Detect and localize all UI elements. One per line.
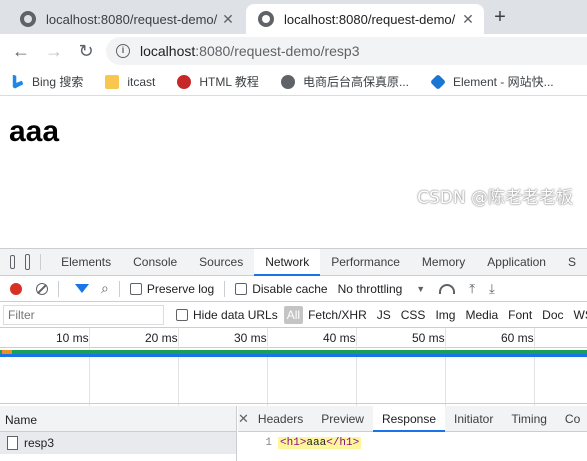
type-filter-media[interactable]: Media <box>460 308 503 322</box>
type-filter-css[interactable]: CSS <box>396 308 431 322</box>
timeline-tick: 40 ms <box>323 331 356 345</box>
response-code: <h1>aaa</h1> <box>278 437 362 449</box>
bing-icon <box>12 74 24 89</box>
bookmark-itcast[interactable]: itcast <box>105 74 155 89</box>
disable-cache-checkbox[interactable]: Disable cache <box>235 282 328 296</box>
tab-title: localhost:8080/request-demo/ <box>46 11 218 27</box>
tab-console[interactable]: Console <box>122 249 188 276</box>
html-icon <box>177 74 192 89</box>
back-arrow-icon[interactable]: ← <box>9 39 33 63</box>
tab-application[interactable]: Application <box>476 249 557 276</box>
request-area: Name resp3 ✕ Headers Preview Response In… <box>0 405 587 461</box>
clear-icon[interactable] <box>36 282 48 295</box>
page-heading: aaa <box>9 115 60 148</box>
tab-headers[interactable]: Headers <box>249 406 312 432</box>
type-filter-all[interactable]: All <box>283 305 304 324</box>
bookmark-ecommerce[interactable]: 电商后台高保真原... <box>280 73 409 90</box>
devtools-panel: Elements Console Sources Network Perform… <box>0 248 587 461</box>
divider <box>118 280 120 297</box>
tab-sources[interactable]: Sources <box>188 249 254 276</box>
type-filter-font[interactable]: Font <box>503 308 537 322</box>
tab-preview[interactable]: Preview <box>312 406 373 432</box>
request-row[interactable]: resp3 <box>0 432 236 454</box>
timeline-tick: 50 ms <box>412 331 445 345</box>
divider <box>224 280 226 297</box>
globe-icon <box>280 74 295 89</box>
bookmarks-bar: Bing 搜索 itcast HTML 教程 电商后台高保真原... Eleme… <box>0 68 587 96</box>
address-bar[interactable]: i localhost:8080/request-demo/resp3 <box>106 37 587 65</box>
timeline-tick: 30 ms <box>234 331 267 345</box>
network-conditions-icon[interactable] <box>439 283 456 294</box>
filter-input[interactable] <box>3 304 164 325</box>
tab-network[interactable]: Network <box>254 248 321 276</box>
url-text: localhost:8080/request-demo/resp3 <box>140 43 360 59</box>
watermark: CSDN @陈老老老板 <box>417 188 573 208</box>
close-icon[interactable]: ✕ <box>238 411 249 427</box>
tab-elements[interactable]: Elements <box>50 249 122 276</box>
browser-toolbar: ← → ↻ i localhost:8080/request-demo/resp… <box>0 34 587 68</box>
search-icon[interactable]: ⌕ <box>101 280 109 297</box>
reload-icon[interactable]: ↻ <box>74 39 98 63</box>
record-icon[interactable] <box>10 282 22 295</box>
download-icon[interactable]: ⤓ <box>489 281 495 297</box>
globe-icon <box>20 11 36 27</box>
timeline-tick: 10 ms <box>56 331 89 345</box>
device-toolbar-icon[interactable] <box>25 254 30 270</box>
response-line: 1 <h1>aaa</h1> <box>238 432 587 454</box>
forward-arrow-icon[interactable]: → <box>42 39 66 63</box>
timeline-tick: 20 ms <box>145 331 178 345</box>
line-number: 1 <box>265 437 272 449</box>
browser-tab-2[interactable]: localhost:8080/request-demo/ ✕ <box>246 4 484 34</box>
page-content: aaa <box>0 97 587 248</box>
timeline-overview[interactable] <box>0 348 587 404</box>
tab-initiator[interactable]: Initiator <box>445 406 502 432</box>
tab-response[interactable]: Response <box>372 405 445 432</box>
bookmark-bing[interactable]: Bing 搜索 <box>10 73 83 90</box>
devtools-tabbar: Elements Console Sources Network Perform… <box>0 248 587 276</box>
close-tab-icon[interactable]: ✕ <box>460 11 476 28</box>
globe-icon <box>258 11 274 27</box>
tab-strip: localhost:8080/request-demo/ ✕ localhost… <box>0 0 587 34</box>
tab-timing[interactable]: Timing <box>502 406 556 432</box>
tab-memory[interactable]: Memory <box>411 249 476 276</box>
new-tab-button[interactable]: + <box>488 6 512 30</box>
type-filter-img[interactable]: Img <box>430 308 460 322</box>
element-icon <box>430 73 446 90</box>
preserve-log-checkbox[interactable]: Preserve log <box>129 282 214 296</box>
bookmark-element[interactable]: Element - 网站快... <box>430 73 554 90</box>
network-toolbar: ⌕ Preserve log Disable cache No throttli… <box>0 276 587 302</box>
filter-icon[interactable] <box>75 284 89 293</box>
tab-performance[interactable]: Performance <box>320 249 411 276</box>
filter-row: Hide data URLs All Fetch/XHR JS CSS Img … <box>0 302 587 328</box>
chevron-down-icon[interactable]: ▼ <box>416 284 425 294</box>
divider <box>58 280 59 297</box>
upload-icon[interactable]: ⤒ <box>469 281 475 297</box>
detail-tabbar: ✕ Headers Preview Response Initiator Tim… <box>238 405 587 432</box>
request-detail: ✕ Headers Preview Response Initiator Tim… <box>238 405 587 461</box>
close-tab-icon[interactable]: ✕ <box>220 11 236 28</box>
timeline-bar <box>2 350 12 354</box>
tab-security[interactable]: S <box>557 249 587 276</box>
timeline-bar <box>0 354 587 357</box>
inspect-icon[interactable] <box>10 255 16 269</box>
hide-data-urls-checkbox[interactable]: Hide data URLs <box>176 308 278 322</box>
document-icon <box>7 436 18 450</box>
bookmark-html[interactable]: HTML 教程 <box>177 73 259 90</box>
browser-tab-1[interactable]: localhost:8080/request-demo/ ✕ <box>8 4 244 34</box>
timeline-tick: 60 ms <box>501 331 534 345</box>
name-column-header[interactable]: Name <box>0 406 236 432</box>
tab-cookies[interactable]: Co <box>556 406 587 432</box>
folder-icon <box>105 74 120 89</box>
throttling-select[interactable]: No throttling <box>338 282 403 296</box>
info-icon[interactable]: i <box>116 44 130 58</box>
type-filter-xhr[interactable]: Fetch/XHR <box>303 308 372 322</box>
tab-title: localhost:8080/request-demo/ <box>284 11 456 27</box>
type-filter-doc[interactable]: Doc <box>537 308 568 322</box>
type-filter-ws[interactable]: WS <box>569 308 587 322</box>
type-filter-js[interactable]: JS <box>372 308 396 322</box>
timeline-ruler[interactable]: 10 ms 20 ms 30 ms 40 ms 50 ms 60 ms <box>0 328 587 406</box>
request-list: Name resp3 <box>0 406 237 461</box>
